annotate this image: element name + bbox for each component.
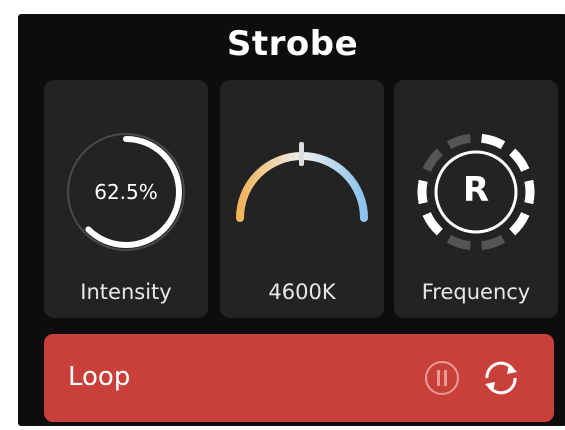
frequency-segment bbox=[480, 133, 506, 150]
intensity-label: Intensity bbox=[80, 280, 172, 304]
loop-bar[interactable]: Loop bbox=[44, 334, 554, 422]
frequency-segment bbox=[508, 148, 530, 173]
frequency-letter: R bbox=[462, 170, 490, 210]
frequency-segment bbox=[446, 234, 472, 251]
temperature-marker bbox=[299, 142, 304, 166]
pause-icon[interactable] bbox=[422, 358, 462, 398]
loop-label: Loop bbox=[68, 362, 131, 392]
intensity-value: 62.5% bbox=[94, 180, 158, 204]
intensity-card[interactable]: 62.5% Intensity bbox=[44, 80, 208, 318]
device-screen: Strobe 62.5% Intensity 4600K R Frequency… bbox=[18, 14, 565, 426]
frequency-segment bbox=[446, 133, 472, 150]
refresh-icon[interactable] bbox=[479, 356, 523, 400]
frequency-segment bbox=[422, 148, 444, 173]
frequency-segment bbox=[508, 211, 530, 236]
frequency-segment bbox=[480, 234, 506, 251]
page-title: Strobe bbox=[226, 24, 359, 64]
frequency-label: Frequency bbox=[421, 280, 531, 304]
frequency-card[interactable]: R Frequency bbox=[394, 80, 558, 318]
frequency-segment bbox=[422, 211, 444, 236]
temperature-card[interactable]: 4600K bbox=[220, 80, 384, 318]
temperature-label: 4600K bbox=[268, 280, 336, 304]
